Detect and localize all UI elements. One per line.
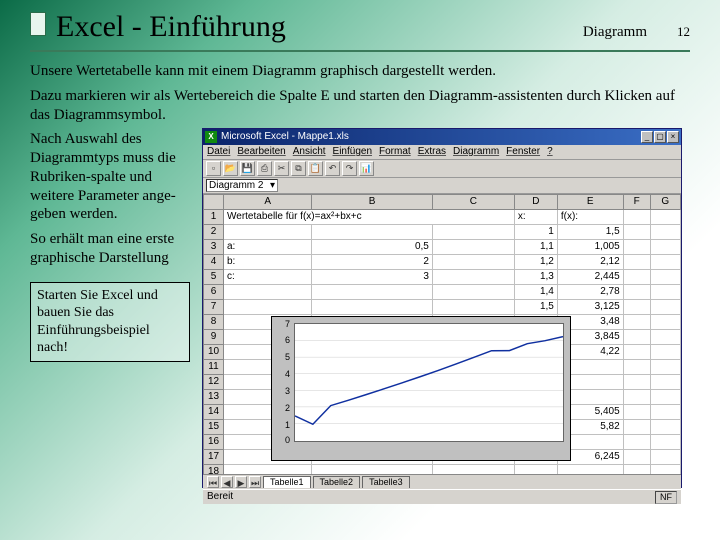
tab-nav-prev-icon[interactable]: ◀	[221, 476, 233, 488]
sheet-tab-1[interactable]: Tabelle1	[263, 476, 311, 488]
copy-icon[interactable]: ⧉	[291, 161, 306, 176]
cell-D2[interactable]: 1	[514, 225, 557, 240]
cell-E2[interactable]: 1,5	[557, 225, 623, 240]
embedded-chart[interactable]: 7 6 5 4 3 2 1 0	[271, 316, 571, 461]
ytick-3: 3	[274, 386, 290, 397]
redo-icon[interactable]: ↷	[342, 161, 357, 176]
menu-diagramm[interactable]: Diagramm	[453, 146, 499, 159]
sheet-tab-bar: ⏮ ◀ ▶ ⏭ Tabelle1 Tabelle2 Tabelle3	[203, 474, 681, 489]
save-icon[interactable]: 💾	[240, 161, 255, 176]
status-text: Bereit	[207, 491, 233, 504]
slide-title: Excel - Einführung	[56, 10, 286, 44]
sheet-tab-2[interactable]: Tabelle2	[313, 476, 361, 488]
undo-icon[interactable]: ↶	[325, 161, 340, 176]
menu-help[interactable]: ?	[547, 146, 553, 159]
body-p4: So erhält man eine erste graphische Dars…	[30, 230, 194, 268]
ytick-1: 1	[274, 420, 290, 431]
slide-page-number: 12	[677, 24, 690, 40]
excel-status-bar: Bereit NF	[203, 489, 681, 504]
col-D[interactable]: D	[514, 195, 557, 210]
menu-bearbeiten[interactable]: Bearbeiten	[237, 146, 285, 159]
slide-subtitle: Diagramm	[583, 24, 647, 41]
cell-A1[interactable]: Wertetabelle für f(x)=ax²+bx+c	[224, 210, 515, 225]
print-icon[interactable]: ⎙	[257, 161, 272, 176]
excel-window: X Microsoft Excel - Mappe1.xls _ ▢ × Dat…	[202, 128, 682, 488]
body-p3: Nach Auswahl des Diagrammtyps muss die R…	[30, 130, 194, 224]
sheet-area[interactable]: A B C D E F G 1 Wertetabelle für f(x)=ax…	[203, 194, 681, 474]
excel-toolbar: ▫ 📂 💾 ⎙ ✂ ⧉ 📋 ↶ ↷ 📊	[203, 160, 681, 178]
col-B[interactable]: B	[312, 195, 432, 210]
close-button[interactable]: ×	[667, 131, 679, 143]
select-all-corner[interactable]	[204, 195, 224, 210]
task-box: Starten Sie Excel und bauen Sie das Einf…	[30, 282, 190, 362]
ytick-5: 5	[274, 352, 290, 363]
chart-plot-area	[294, 323, 564, 442]
excel-app-icon: X	[205, 131, 217, 143]
excel-window-title: Microsoft Excel - Mappe1.xls	[221, 131, 349, 144]
col-G[interactable]: G	[650, 195, 680, 210]
cell-E1[interactable]: f(x):	[557, 210, 623, 225]
row-1[interactable]: 1	[204, 210, 224, 225]
ytick-7: 7	[274, 319, 290, 330]
excel-menu-bar: Datei Bearbeiten Ansicht Einfügen Format…	[203, 145, 681, 160]
minimize-button[interactable]: _	[641, 131, 653, 143]
maximize-button[interactable]: ▢	[654, 131, 666, 143]
col-C[interactable]: C	[432, 195, 514, 210]
open-icon[interactable]: 📂	[223, 161, 238, 176]
menu-einfuegen[interactable]: Einfügen	[333, 146, 372, 159]
tab-nav-last-icon[interactable]: ⏭	[249, 476, 261, 488]
chart-line-svg	[295, 324, 563, 441]
formula-bar: Diagramm 2▾	[203, 178, 681, 194]
slide-body: Unsere Wertetabelle kann mit einem Diagr…	[30, 62, 690, 488]
paste-icon[interactable]: 📋	[308, 161, 323, 176]
ytick-0: 0	[274, 435, 290, 446]
tab-nav-next-icon[interactable]: ▶	[235, 476, 247, 488]
cell-D1[interactable]: x:	[514, 210, 557, 225]
name-box[interactable]: Diagramm 2▾	[206, 179, 278, 192]
ytick-4: 4	[274, 369, 290, 380]
menu-format[interactable]: Format	[379, 146, 411, 159]
slide-header: Excel - Einführung Diagramm 12	[30, 8, 690, 52]
menu-extras[interactable]: Extras	[418, 146, 446, 159]
ytick-2: 2	[274, 403, 290, 414]
status-nf: NF	[655, 491, 677, 504]
sheet-tab-3[interactable]: Tabelle3	[362, 476, 410, 488]
col-A[interactable]: A	[224, 195, 312, 210]
menu-datei[interactable]: Datei	[207, 146, 230, 159]
menu-fenster[interactable]: Fenster	[506, 146, 540, 159]
col-F[interactable]: F	[623, 195, 650, 210]
chart-icon[interactable]: 📊	[359, 161, 374, 176]
cut-icon[interactable]: ✂	[274, 161, 289, 176]
header-bullet-icon	[30, 12, 46, 36]
col-E[interactable]: E	[557, 195, 623, 210]
body-p1: Unsere Wertetabelle kann mit einem Diagr…	[30, 62, 690, 81]
ytick-6: 6	[274, 335, 290, 346]
excel-title-bar[interactable]: X Microsoft Excel - Mappe1.xls _ ▢ ×	[203, 129, 681, 145]
tab-nav-first-icon[interactable]: ⏮	[207, 476, 219, 488]
new-icon[interactable]: ▫	[206, 161, 221, 176]
body-p2: Dazu markieren wir als Wertebereich die …	[30, 87, 690, 125]
menu-ansicht[interactable]: Ansicht	[293, 146, 326, 159]
